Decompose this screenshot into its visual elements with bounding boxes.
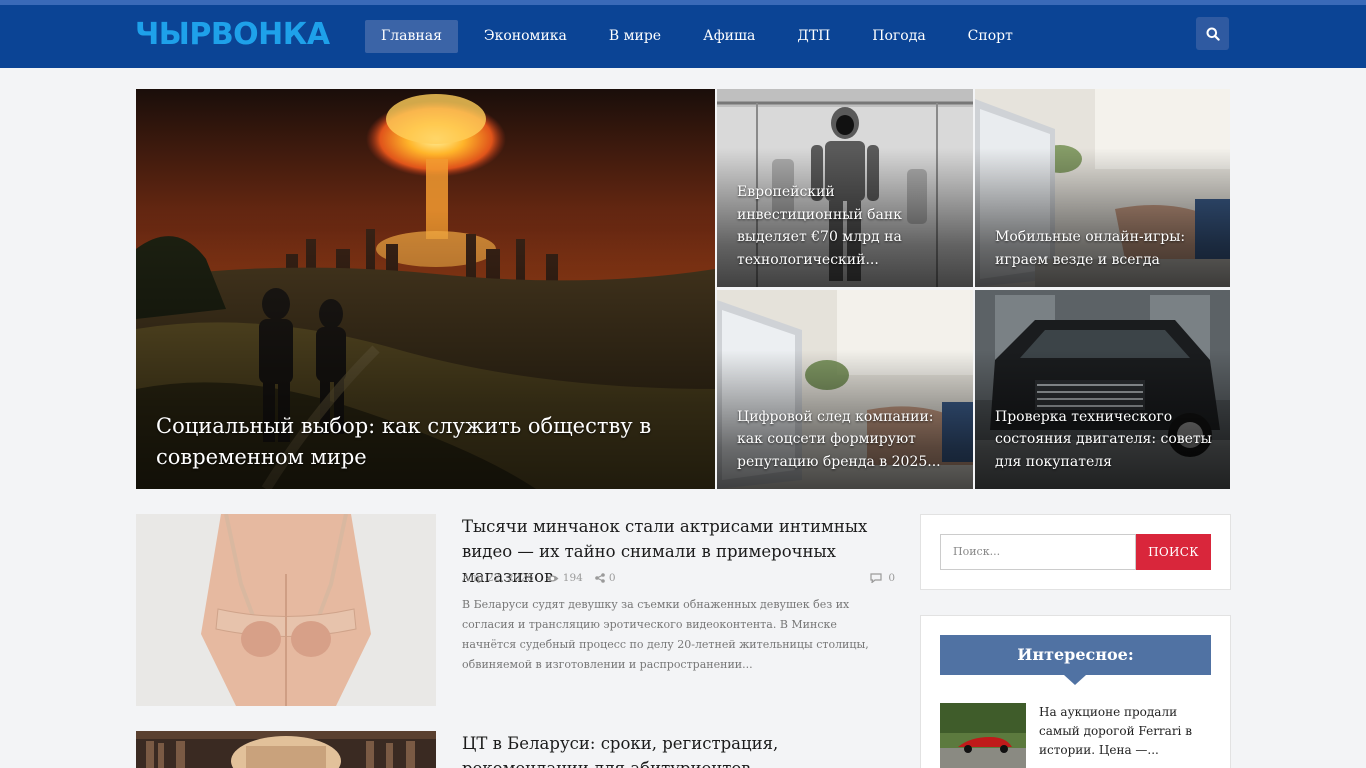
- hero-tile-social[interactable]: Цифровой след компании: как соцсети форм…: [717, 290, 973, 489]
- article-date: Апр 22, 2025: [462, 572, 534, 584]
- nav-item-world[interactable]: В мире: [593, 20, 677, 53]
- hero-tile-title-1[interactable]: Европейский инвестиционный банк выделяет…: [737, 181, 955, 271]
- site-header: ЧЫРВОНКА Главная Экономика В мире Афиша …: [0, 5, 1366, 68]
- share-icon: [595, 573, 605, 583]
- article-2-image: [136, 731, 436, 768]
- nav-item-economy[interactable]: Экономика: [468, 20, 583, 53]
- hero-tile-car[interactable]: Проверка технического состояния двигател…: [975, 290, 1230, 489]
- share-count: 0: [595, 572, 616, 584]
- article-excerpt: В Беларуси судят девушку за съемки обнаж…: [462, 598, 869, 671]
- search-submit-button[interactable]: ПОИСК: [1136, 534, 1211, 570]
- site-logo[interactable]: ЧЫРВОНКА: [135, 17, 330, 52]
- article-1-image: [136, 514, 436, 706]
- hero-tile-title-4[interactable]: Проверка технического состояния двигател…: [995, 406, 1212, 474]
- article-meta: Апр 22, 2025 194 0 0: [462, 571, 895, 585]
- hero-main-title[interactable]: Социальный выбор: как служить обществу в…: [156, 411, 697, 473]
- hero-tile-robot[interactable]: Европейский инвестиционный банк выделяет…: [717, 89, 973, 287]
- main-nav: Главная Экономика В мире Афиша ДТП Погод…: [365, 20, 1039, 53]
- search-icon: [1206, 27, 1220, 41]
- widget-title: Интересное:: [940, 635, 1211, 675]
- nav-item-weather[interactable]: Погода: [856, 20, 941, 53]
- comment-icon: [870, 573, 882, 583]
- views-count: 194: [546, 572, 583, 584]
- article-thumbnail[interactable]: [136, 514, 436, 706]
- header-search-button[interactable]: [1196, 17, 1229, 50]
- sidebar-item-title[interactable]: На аукционе продали самый дорогой Ferrar…: [1039, 703, 1214, 760]
- nav-item-sport[interactable]: Спорт: [952, 20, 1029, 53]
- search-input[interactable]: Поиск...: [940, 534, 1136, 570]
- hero-tile-title-2[interactable]: Мобильные онлайн-игры: играем везде и вс…: [995, 226, 1212, 271]
- nav-item-dtp[interactable]: ДТП: [781, 20, 846, 53]
- comments-count[interactable]: 0: [870, 572, 895, 584]
- sidebar-item-thumbnail[interactable]: [940, 703, 1026, 768]
- hero-tile-laptop[interactable]: Мобильные онлайн-игры: играем везде и вс…: [975, 89, 1230, 287]
- hero-main-tile[interactable]: Социальный выбор: как служить обществу в…: [136, 89, 715, 489]
- nav-item-home[interactable]: Главная: [365, 20, 458, 53]
- hero-tile-title-3[interactable]: Цифровой след компании: как соцсети форм…: [737, 406, 955, 474]
- eye-icon: [546, 575, 559, 581]
- article-thumbnail[interactable]: [136, 731, 436, 768]
- nav-item-afisha[interactable]: Афиша: [687, 20, 771, 53]
- article-title[interactable]: ЦТ в Беларуси: сроки, регистрация, реком…: [462, 731, 895, 768]
- widget-title-pointer: [1064, 675, 1086, 685]
- ferrari-image: [940, 703, 1026, 768]
